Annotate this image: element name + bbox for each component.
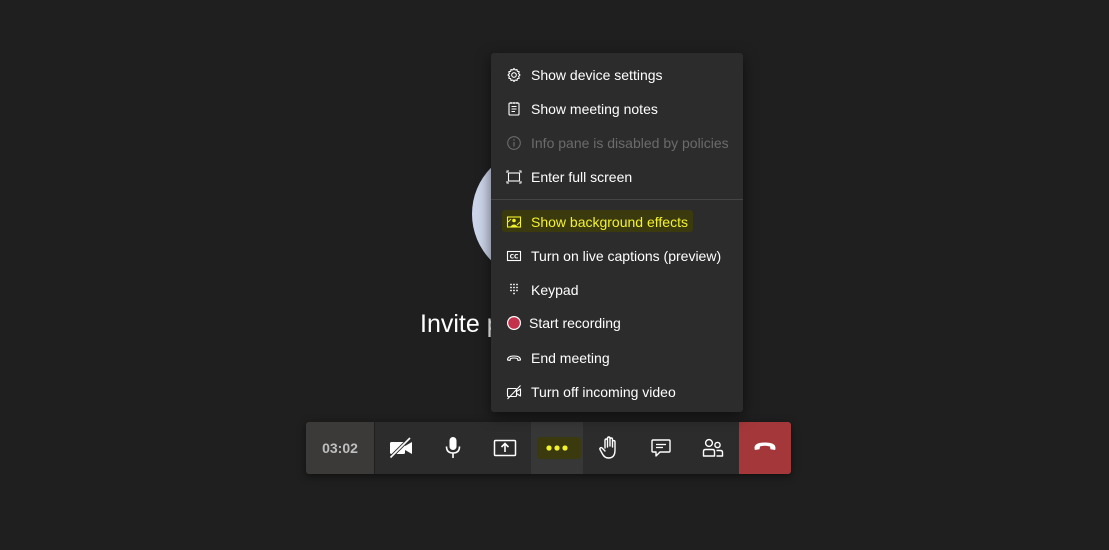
microphone-button[interactable]	[427, 422, 479, 474]
menu-item-end-meeting[interactable]: End meeting	[491, 341, 743, 375]
video-off-icon	[506, 384, 522, 400]
menu-item-incoming-video-off[interactable]: Turn off incoming video	[491, 375, 743, 409]
background-effects-icon	[506, 214, 522, 230]
camera-off-button[interactable]	[375, 422, 427, 474]
fullscreen-icon	[506, 169, 522, 185]
participants-icon	[701, 437, 725, 459]
camera-off-icon	[388, 437, 414, 459]
hang-up-icon	[753, 439, 777, 457]
menu-item-live-captions[interactable]: CC Turn on live captions (preview)	[491, 239, 743, 273]
notes-icon	[506, 101, 522, 117]
menu-item-label: Turn on live captions (preview)	[531, 248, 722, 264]
menu-item-device-settings[interactable]: Show device settings	[491, 58, 743, 92]
menu-item-background-effects[interactable]: Show background effects	[491, 205, 743, 239]
menu-item-label: Turn off incoming video	[531, 384, 676, 400]
chat-button[interactable]	[635, 422, 687, 474]
menu-item-keypad[interactable]: Keypad	[491, 273, 743, 307]
info-icon	[506, 135, 522, 151]
record-icon	[506, 315, 522, 331]
hang-up-button[interactable]	[739, 422, 791, 474]
captions-icon: CC	[506, 248, 522, 264]
more-icon	[544, 444, 570, 452]
hand-icon	[598, 436, 620, 460]
menu-item-label: Show meeting notes	[531, 101, 658, 117]
more-actions-menu: Show device settings Show meeting notes …	[491, 53, 743, 412]
gear-icon	[506, 67, 522, 83]
share-button[interactable]	[479, 422, 531, 474]
menu-item-label: Enter full screen	[531, 169, 633, 185]
menu-item-label: Start recording	[529, 315, 621, 331]
call-timer: 03:02	[306, 422, 375, 474]
svg-text:CC: CC	[510, 253, 519, 260]
share-icon	[493, 437, 517, 459]
menu-item-meeting-notes[interactable]: Show meeting notes	[491, 92, 743, 126]
call-controls-toolbar: 03:02	[306, 422, 791, 474]
microphone-icon	[443, 436, 463, 460]
end-meeting-icon	[506, 350, 522, 366]
menu-item-label: Keypad	[531, 282, 579, 298]
meeting-stage: Invite p Show device settings Show meeti…	[0, 0, 1109, 550]
participants-button[interactable]	[687, 422, 739, 474]
menu-item-full-screen[interactable]: Enter full screen	[491, 160, 743, 194]
raise-hand-button[interactable]	[583, 422, 635, 474]
menu-item-label: Info pane is disabled by policies	[531, 135, 729, 151]
invite-people-text: Invite p	[420, 310, 501, 338]
menu-item-info-pane: Info pane is disabled by policies	[491, 126, 743, 160]
keypad-icon	[506, 282, 522, 298]
menu-divider	[491, 199, 743, 200]
menu-item-start-recording[interactable]: Start recording	[491, 306, 743, 340]
menu-item-label: End meeting	[531, 350, 610, 366]
menu-item-label: Show device settings	[531, 67, 663, 83]
chat-icon	[650, 437, 672, 459]
menu-item-label: Show background effects	[531, 214, 688, 230]
